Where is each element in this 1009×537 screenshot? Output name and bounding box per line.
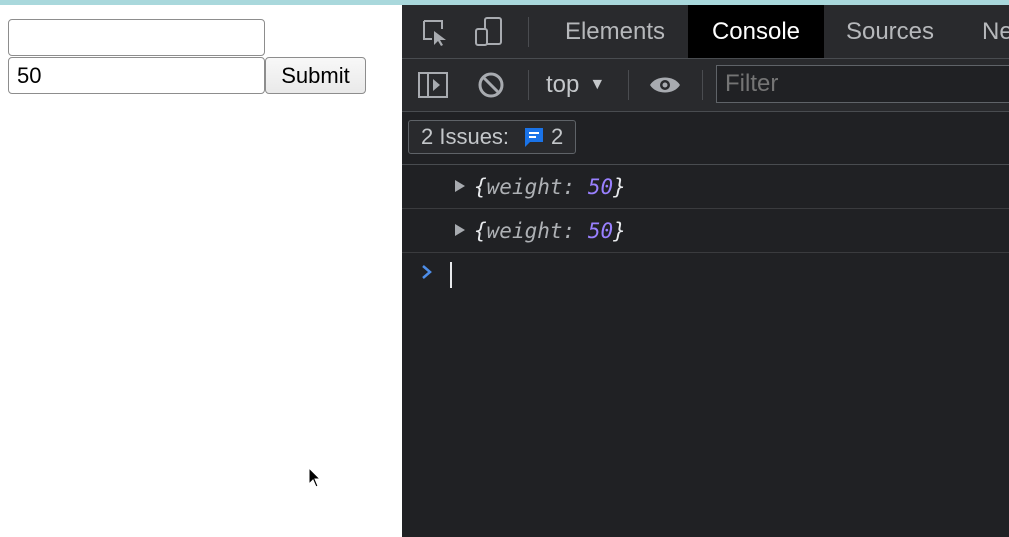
console-toolbar: top ▼ <box>402 59 1009 112</box>
log-key: weight <box>486 218 563 243</box>
expand-triangle-icon[interactable] <box>454 179 466 193</box>
console-log-line[interactable]: {weight: 50} <box>402 165 1009 209</box>
tab-network[interactable]: Ne <box>970 5 1009 58</box>
dropdown-arrow-icon: ▼ <box>589 76 606 93</box>
context-label: top <box>546 71 580 98</box>
tab-elements[interactable]: Elements <box>552 5 678 58</box>
log-object: {weight: 50} <box>474 175 626 199</box>
show-sidebar-icon[interactable] <box>416 68 450 102</box>
live-expression-eye-icon[interactable] <box>648 68 682 102</box>
log-object: {weight: 50} <box>474 219 626 243</box>
brace-open: { <box>474 174 487 199</box>
issues-count: 2 <box>551 124 564 149</box>
console-prompt[interactable] <box>402 253 1009 297</box>
log-colon: : <box>562 174 576 199</box>
expand-triangle-icon[interactable] <box>454 223 466 237</box>
log-key: weight <box>486 174 563 199</box>
tab-console[interactable]: Console <box>688 5 824 58</box>
text-caret <box>450 262 452 288</box>
log-colon: : <box>562 218 576 243</box>
toolbar-separator <box>528 17 529 47</box>
issues-label: 2 Issues: <box>421 124 510 149</box>
weight-input[interactable] <box>8 57 265 94</box>
toolbar-separator <box>528 70 529 100</box>
brace-close: } <box>613 174 626 199</box>
text-input-1[interactable] <box>8 19 265 56</box>
toolbar-separator <box>702 70 703 100</box>
tab-sources[interactable]: Sources <box>834 5 946 58</box>
inspect-element-icon[interactable] <box>418 15 452 49</box>
log-value: 50 <box>587 174 614 199</box>
context-selector[interactable]: top ▼ <box>546 59 605 111</box>
issues-bar: 2 Issues: 2 <box>402 112 1009 165</box>
page-viewport: Submit <box>0 5 402 537</box>
device-toolbar-icon[interactable] <box>472 15 506 49</box>
console-filter-input[interactable] <box>716 65 1009 103</box>
devtools-tab-bar: Elements Console Sources Ne <box>402 5 1009 59</box>
issue-message-icon <box>523 126 545 148</box>
toolbar-separator <box>628 70 629 100</box>
brace-open: { <box>474 218 487 243</box>
brace-close: } <box>613 218 626 243</box>
devtools-panel: Elements Console Sources Ne top ▼ Filter… <box>402 5 1009 537</box>
clear-console-icon[interactable] <box>474 68 508 102</box>
issues-button[interactable]: 2 Issues: 2 <box>408 120 577 154</box>
submit-button[interactable]: Submit <box>265 57 366 94</box>
console-log-line[interactable]: {weight: 50} <box>402 209 1009 253</box>
log-value: 50 <box>587 218 614 243</box>
mouse-cursor-icon <box>308 467 322 488</box>
prompt-chevron-icon <box>422 265 432 279</box>
